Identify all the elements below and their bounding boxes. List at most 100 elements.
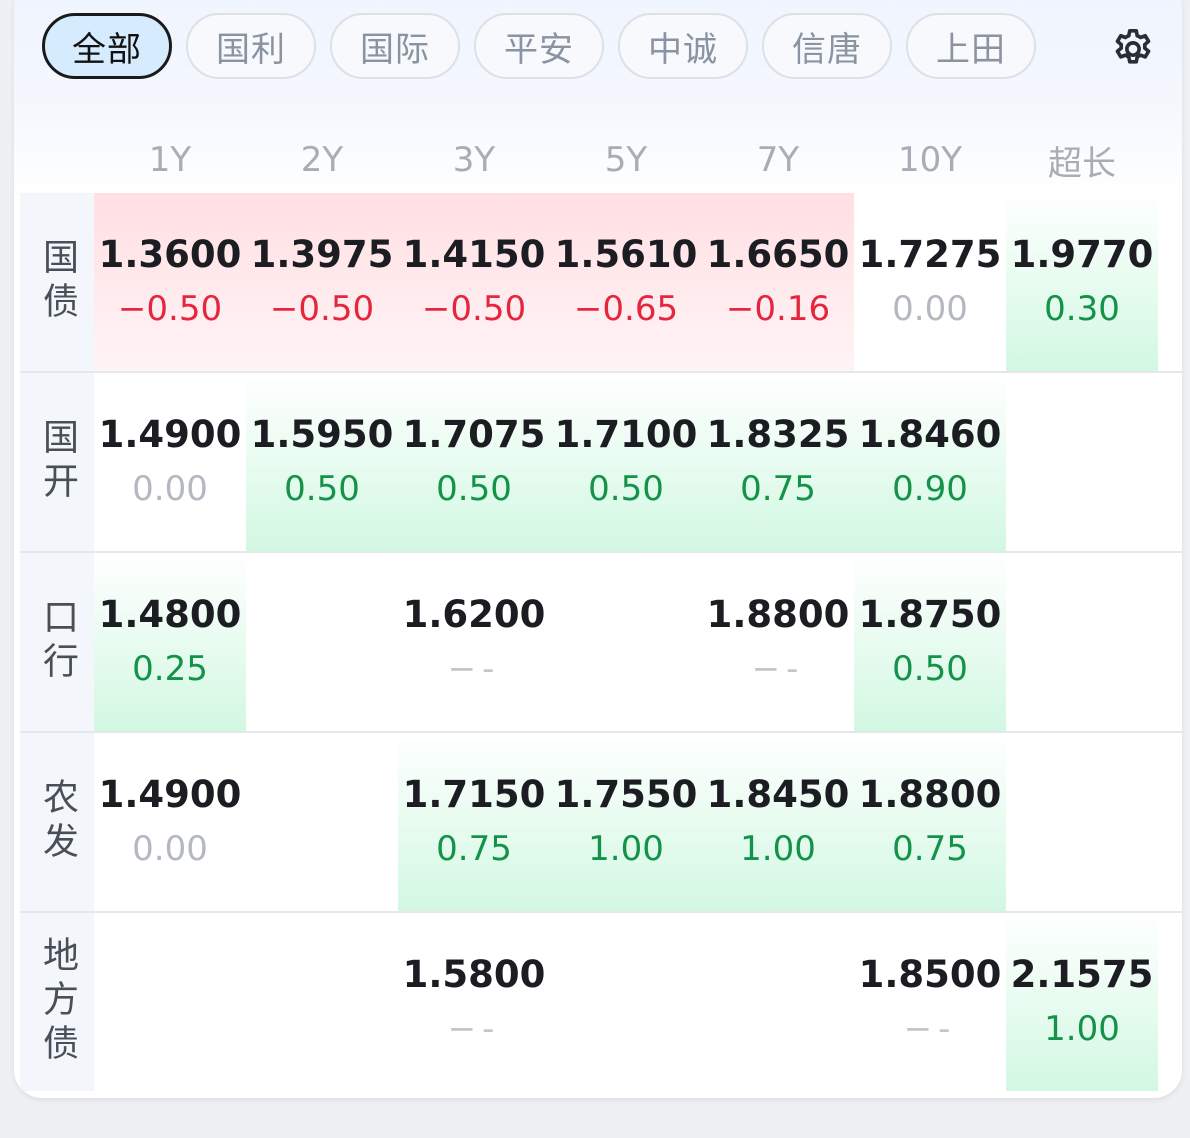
yield-change: 0.50 bbox=[284, 469, 360, 509]
settings-button[interactable] bbox=[1108, 24, 1158, 74]
yield-cell[interactable]: 1.4900 0.00 bbox=[94, 373, 246, 551]
tenor-header-row: 1Y 2Y 3Y 5Y 7Y 10Y 超长 bbox=[94, 120, 1182, 200]
yield-cell[interactable]: 1.6200 −- bbox=[398, 553, 550, 731]
yield-cell[interactable]: 1.5800 −- bbox=[398, 913, 550, 1091]
yield-rate: 1.3600 bbox=[98, 233, 242, 276]
row-label-text: 国债 bbox=[37, 238, 78, 326]
yield-change: 1.00 bbox=[588, 829, 664, 869]
yield-rate: 1.6200 bbox=[402, 593, 546, 636]
yield-change: −0.50 bbox=[269, 289, 375, 329]
yield-rate: 1.4900 bbox=[98, 413, 242, 456]
column-header-3y: 3Y bbox=[452, 140, 496, 180]
row-label-text: 地方债 bbox=[37, 936, 78, 1068]
row-label-text: 口行 bbox=[37, 598, 78, 686]
yield-change: 0.00 bbox=[132, 829, 208, 869]
yield-rate: 1.8450 bbox=[706, 773, 850, 816]
yield-change: 0.75 bbox=[740, 469, 816, 509]
yield-cell[interactable]: 1.7550 1.00 bbox=[550, 733, 702, 911]
yield-change: −- bbox=[447, 649, 501, 689]
yield-cell[interactable]: 1.8800 −- bbox=[702, 553, 854, 731]
yield-cell[interactable]: 1.5610 −0.65 bbox=[550, 193, 702, 371]
yield-cell[interactable]: 1.6650 −0.16 bbox=[702, 193, 854, 371]
yield-rate: 1.8800 bbox=[858, 773, 1002, 816]
yield-cell[interactable]: 1.8450 1.00 bbox=[702, 733, 854, 911]
yield-rate: 1.5950 bbox=[250, 413, 394, 456]
yield-cell[interactable]: 1.8750 0.50 bbox=[854, 553, 1006, 731]
yield-rate: 1.4800 bbox=[98, 593, 242, 636]
tab-zhongcheng[interactable]: 中诚 bbox=[618, 13, 748, 79]
yield-change: −- bbox=[903, 1009, 957, 1049]
yield-cell[interactable]: 1.4900 0.00 bbox=[94, 733, 246, 911]
tab-xintang[interactable]: 信唐 bbox=[762, 13, 892, 79]
yield-change: 0.90 bbox=[892, 469, 968, 509]
yield-cell[interactable]: 1.8460 0.90 bbox=[854, 373, 1006, 551]
yield-cell[interactable]: 1.4150 −0.50 bbox=[398, 193, 550, 371]
yield-change: 0.50 bbox=[588, 469, 664, 509]
yield-rate: 1.8750 bbox=[858, 593, 1002, 636]
row-label: 口行 bbox=[20, 553, 94, 731]
yield-rate: 1.6650 bbox=[706, 233, 850, 276]
tab-pingan[interactable]: 平安 bbox=[474, 13, 604, 79]
yield-change: −0.16 bbox=[725, 289, 831, 329]
yield-rate: 1.4150 bbox=[402, 233, 546, 276]
yield-cell[interactable]: 1.8500 −- bbox=[854, 913, 1006, 1091]
yield-rate: 1.7275 bbox=[858, 233, 1002, 276]
column-header-5y: 5Y bbox=[604, 140, 648, 180]
row-local-gov: 地方债 1.5800 −- 1.8500 −- 2.1575 1.00 bbox=[20, 913, 1182, 1091]
issuer-filter-tabs: 全部 国利 国际 平安 中诚 信唐 上田 bbox=[42, 13, 1036, 83]
row-exim: 口行 1.4800 0.25 1.6200 −- 1.8800 −- 1.8750 0.50 bbox=[20, 553, 1182, 731]
yield-cell[interactable]: 1.8325 0.75 bbox=[702, 373, 854, 551]
yield-rate: 1.3975 bbox=[250, 233, 394, 276]
yield-change: 1.00 bbox=[740, 829, 816, 869]
tab-guoli[interactable]: 国利 bbox=[186, 13, 316, 79]
yield-change: 0.75 bbox=[892, 829, 968, 869]
yield-rate: 1.4900 bbox=[98, 773, 242, 816]
column-header-2y: 2Y bbox=[300, 140, 344, 180]
yield-cell[interactable]: 1.3975 −0.50 bbox=[246, 193, 398, 371]
gear-icon bbox=[1115, 28, 1151, 64]
yield-rate: 1.7550 bbox=[554, 773, 698, 816]
row-adbc: 农发 1.4900 0.00 1.7150 0.75 1.7550 1.00 1.8450 1.… bbox=[20, 733, 1182, 911]
tab-shangtian[interactable]: 上田 bbox=[906, 13, 1036, 79]
yield-change: 0.00 bbox=[892, 289, 968, 329]
yield-cell[interactable]: 1.8800 0.75 bbox=[854, 733, 1006, 911]
yield-rate: 1.5610 bbox=[554, 233, 698, 276]
yield-cell[interactable]: 1.3600 −0.50 bbox=[94, 193, 246, 371]
yield-rate: 1.9770 bbox=[1010, 233, 1154, 276]
row-label: 农发 bbox=[20, 733, 94, 911]
yield-cell[interactable]: 1.7075 0.50 bbox=[398, 373, 550, 551]
yield-cell[interactable]: 1.7150 0.75 bbox=[398, 733, 550, 911]
row-cdb: 国开 1.4900 0.00 1.5950 0.50 1.7075 0.50 1.7100 0.… bbox=[20, 373, 1182, 551]
yield-change: 0.00 bbox=[132, 469, 208, 509]
row-label: 国债 bbox=[20, 193, 94, 371]
yield-change: −0.50 bbox=[117, 289, 223, 329]
yield-change: 0.25 bbox=[132, 649, 208, 689]
yield-rate: 1.7075 bbox=[402, 413, 546, 456]
yield-change: 0.50 bbox=[892, 649, 968, 689]
yield-rate: 1.8460 bbox=[858, 413, 1002, 456]
column-header-10y: 10Y bbox=[897, 140, 963, 180]
yield-rate: 2.1575 bbox=[1010, 953, 1154, 996]
yield-change: 0.50 bbox=[436, 469, 512, 509]
yield-cell[interactable]: 1.5950 0.50 bbox=[246, 373, 398, 551]
tab-guoji[interactable]: 国际 bbox=[330, 13, 460, 79]
row-label-text: 国开 bbox=[37, 418, 78, 506]
column-header-1y: 1Y bbox=[148, 140, 192, 180]
yield-rate: 1.7150 bbox=[402, 773, 546, 816]
yield-rate: 1.7100 bbox=[554, 413, 698, 456]
yield-rate: 1.8500 bbox=[858, 953, 1002, 996]
column-header-ultra-long: 超长 bbox=[1048, 143, 1116, 184]
yield-change: −0.50 bbox=[421, 289, 527, 329]
row-treasury: 国债 1.3600 −0.50 1.3975 −0.50 1.4150 −0.50 1.561… bbox=[20, 193, 1182, 371]
yield-change: 0.75 bbox=[436, 829, 512, 869]
yield-cell[interactable]: 2.1575 1.00 bbox=[1006, 913, 1158, 1091]
row-label: 国开 bbox=[20, 373, 94, 551]
yield-cell[interactable]: 1.7275 0.00 bbox=[854, 193, 1006, 371]
yield-rate: 1.8325 bbox=[706, 413, 850, 456]
yield-cell[interactable]: 1.9770 0.30 bbox=[1006, 193, 1158, 371]
tab-all[interactable]: 全部 bbox=[42, 13, 172, 79]
yield-cell[interactable]: 1.7100 0.50 bbox=[550, 373, 702, 551]
yield-rate: 1.5800 bbox=[402, 953, 546, 996]
column-header-7y: 7Y bbox=[756, 140, 800, 180]
yield-cell[interactable]: 1.4800 0.25 bbox=[94, 553, 246, 731]
